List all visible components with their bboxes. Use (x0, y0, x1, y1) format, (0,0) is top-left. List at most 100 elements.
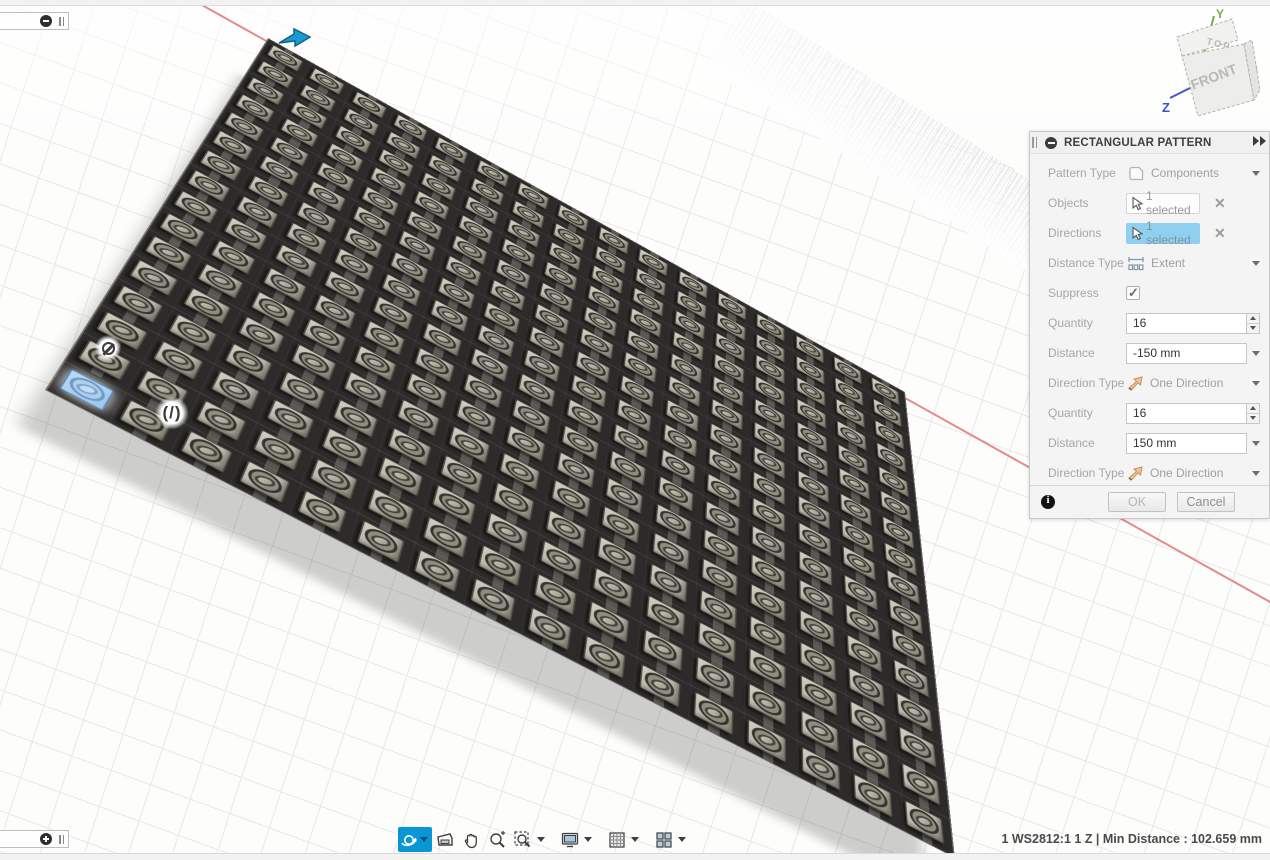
led-lens (327, 432, 364, 464)
led-lens (804, 678, 833, 711)
one-direction-icon (1128, 466, 1143, 481)
chevron-down-icon[interactable] (1252, 350, 1260, 356)
distance-input[interactable] (1126, 432, 1247, 454)
led-lens (382, 460, 418, 492)
selection-control: 1 selected ✕ (1126, 219, 1269, 247)
look-at-button[interactable] (432, 827, 458, 852)
distance-input[interactable] (1126, 342, 1247, 364)
dialog-body: Pattern Type Components Objects 1 selected ✕… (1030, 154, 1269, 488)
led-lens (491, 516, 525, 549)
dialog-grip-icon[interactable] (1032, 137, 1037, 148)
cursor-icon (1132, 195, 1144, 210)
chevron-down-icon[interactable] (1252, 380, 1260, 386)
view-cube[interactable]: Y Z TOP FRONT (1156, 2, 1268, 124)
chevron-down-icon[interactable] (1252, 440, 1260, 446)
chevron-down-icon[interactable] (1252, 170, 1260, 176)
orbit-button[interactable] (398, 827, 432, 852)
led-lens (854, 704, 884, 738)
dropdown-control[interactable]: One Direction (1126, 375, 1269, 391)
dialog-row-distance: Distance (1030, 338, 1269, 368)
ok-button[interactable]: OK (1108, 492, 1166, 512)
zoom-icon (490, 830, 505, 848)
suppress-checkbox[interactable] (1126, 285, 1140, 301)
timeline-expand-bar[interactable] (0, 830, 69, 848)
grip-icon[interactable] (59, 834, 64, 844)
led-lens (315, 462, 354, 495)
suppress-manipulator[interactable] (95, 335, 121, 361)
orbit-dropdown-caret[interactable] (419, 837, 428, 842)
led-lens (754, 619, 783, 651)
zoom-button[interactable] (484, 827, 510, 852)
led-lens (538, 576, 572, 610)
quantity-stepper[interactable] (1247, 402, 1260, 424)
led-lens (903, 730, 933, 764)
chevron-down-icon[interactable] (1252, 260, 1260, 266)
field-label: Quantity (1048, 316, 1093, 330)
cancel-button[interactable]: Cancel (1177, 492, 1235, 512)
dialog-row-direction-type: Direction Type One Direction (1030, 458, 1269, 488)
one-direction-icon (1128, 376, 1143, 391)
dropdown-control[interactable]: Extent (1126, 255, 1269, 272)
dialog-row-quantity: Quantity (1030, 308, 1269, 338)
components-icon (1129, 166, 1144, 180)
grid-settings-dropdown-caret[interactable] (631, 837, 639, 842)
led-lens (201, 403, 241, 436)
dropdown-control[interactable]: Components (1126, 165, 1269, 182)
stepper-control (1126, 402, 1269, 424)
selection-control: 1 selected ✕ (1126, 189, 1269, 217)
viewports-button[interactable] (651, 827, 677, 852)
display-settings-dropdown-caret[interactable] (584, 837, 592, 842)
led-lens (703, 593, 733, 625)
quantity-input[interactable] (1126, 312, 1247, 334)
viewport-3d[interactable]: (/) Y Z TOP FRONT RECTANGULAR PATTERN Pa… (0, 0, 1270, 860)
checkbox-control (1126, 285, 1269, 301)
display-settings-icon (561, 832, 579, 847)
selection-button[interactable]: 1 selected (1126, 189, 1200, 217)
browser-collapse-bar[interactable] (0, 12, 69, 30)
grid-settings-button[interactable] (604, 827, 630, 852)
dialog-footer: OK Cancel (1030, 485, 1269, 518)
selection-button[interactable]: 1 selected (1126, 219, 1200, 247)
led-lens (855, 740, 886, 774)
dialog-collapse-icon[interactable] (1045, 136, 1057, 149)
led-lens (258, 433, 298, 466)
clear-selection-icon[interactable]: ✕ (1214, 195, 1226, 212)
field-label: Suppress (1048, 286, 1099, 300)
led-lens (437, 488, 472, 521)
display-settings-button[interactable] (557, 827, 583, 852)
dialog-header[interactable]: RECTANGULAR PATTERN (1030, 132, 1269, 154)
led-lens (906, 766, 937, 801)
dropdown-control[interactable]: One Direction (1126, 465, 1269, 481)
collapse-icon[interactable] (40, 15, 52, 27)
expand-icon[interactable] (40, 833, 52, 845)
direction-arrow-manipulator[interactable] (276, 26, 316, 52)
z-axis-label: Z (1162, 100, 1170, 115)
quantity-stepper[interactable] (1247, 312, 1260, 334)
selection-count: 1 selected (1146, 189, 1191, 217)
field-label: Distance (1048, 346, 1095, 360)
field-label: Quantity (1048, 406, 1093, 420)
flip-direction-manipulator[interactable]: (/) (155, 397, 189, 429)
input-dropdown-control (1126, 342, 1269, 364)
zoom-window-button[interactable] (510, 827, 536, 852)
info-icon[interactable] (1041, 494, 1055, 509)
dialog-expand-icon[interactable] (1252, 136, 1266, 146)
input-dropdown-control (1126, 432, 1269, 454)
dropdown-value: Extent (1151, 256, 1186, 270)
viewports-dropdown-caret[interactable] (678, 837, 686, 842)
grip-icon[interactable] (59, 16, 64, 26)
field-label: Objects (1048, 196, 1089, 210)
led-lens (544, 544, 577, 577)
led-lens (428, 520, 464, 553)
dialog-row-directions: Directions 1 selected ✕ (1030, 218, 1269, 248)
pan-hand-icon (464, 833, 477, 848)
zoom-window-dropdown-caret[interactable] (537, 837, 545, 842)
led-lens (646, 632, 678, 666)
chevron-down-icon[interactable] (1252, 470, 1260, 476)
selection-status: 1 WS2812:1 1 Z | Min Distance : 102.659 … (1001, 832, 1262, 846)
clear-selection-icon[interactable]: ✕ (1214, 225, 1226, 242)
led-lens (698, 695, 730, 731)
quantity-input[interactable] (1126, 402, 1247, 424)
dialog-row-distance: Distance (1030, 428, 1269, 458)
pan-button[interactable] (458, 827, 484, 852)
